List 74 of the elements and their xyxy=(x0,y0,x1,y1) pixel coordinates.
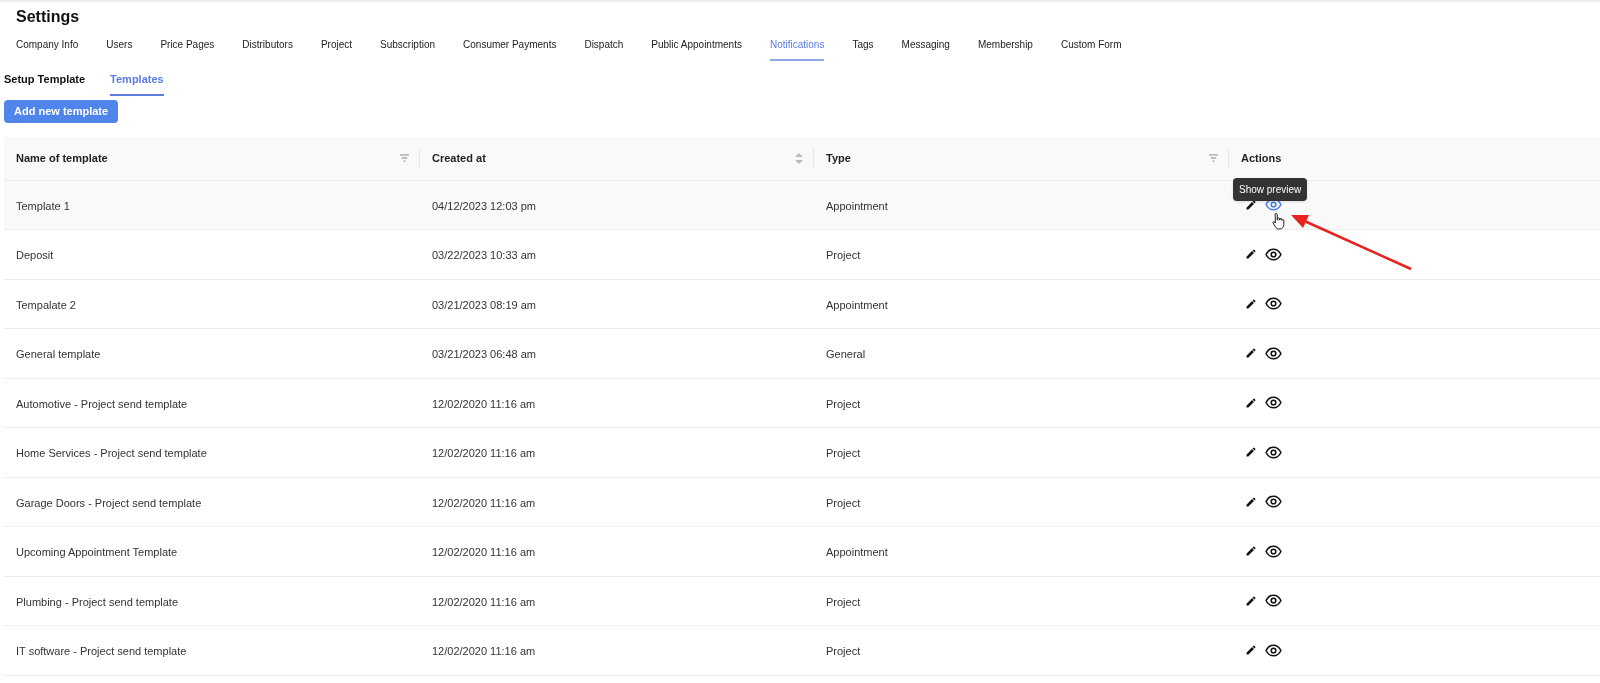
table-cell: 03/21/2023 08:19 am xyxy=(432,298,536,311)
eye-icon[interactable] xyxy=(1265,544,1282,558)
eye-icon[interactable] xyxy=(1265,643,1282,657)
tooltip: Show preview xyxy=(1233,178,1308,201)
table-cell: 12/02/2020 11:16 am xyxy=(432,447,536,460)
table-cell: 12/02/2020 11:16 am xyxy=(432,595,536,608)
eye-icon[interactable] xyxy=(1265,247,1282,261)
pencil-icon[interactable] xyxy=(1245,495,1257,508)
nav-tab[interactable]: Public Appointments xyxy=(651,37,742,61)
nav-tab[interactable]: Company Info xyxy=(16,37,79,61)
table-cell: Deposit xyxy=(16,249,54,262)
table-cell: IT software - Project send template xyxy=(16,645,187,658)
page-title: Settings xyxy=(15,7,81,27)
table-cell: 04/12/2023 12:03 pm xyxy=(432,199,536,212)
table-cell: Plumbing - Project send template xyxy=(16,595,179,608)
table-cell: Garage Doors - Project send template xyxy=(16,496,202,509)
nav-tab[interactable]: Notifications xyxy=(769,37,825,61)
nav-tab[interactable]: Distributors xyxy=(242,37,293,61)
table-cell: General template xyxy=(16,348,101,361)
eye-icon[interactable] xyxy=(1265,198,1282,212)
nav-tab[interactable]: Users xyxy=(106,37,133,61)
eye-icon[interactable] xyxy=(1265,445,1282,459)
nav-tab[interactable]: Dispatch xyxy=(584,37,624,61)
table-cell: Project xyxy=(826,595,861,608)
pencil-icon[interactable] xyxy=(1245,248,1257,261)
table-cell: 03/21/2023 06:48 am xyxy=(432,348,536,361)
pencil-icon[interactable] xyxy=(1245,545,1257,558)
nav-tab[interactable]: Subscription xyxy=(380,37,436,61)
table-cell: Tempalate 2 xyxy=(16,298,76,311)
eye-icon[interactable] xyxy=(1265,594,1282,608)
table-cell: 12/02/2020 11:16 am xyxy=(432,397,536,410)
column-header: Created at xyxy=(432,150,486,166)
nav-tab[interactable]: Tags xyxy=(852,37,874,61)
table-cell: 03/22/2023 10:33 am xyxy=(432,249,536,262)
table-cell: Project xyxy=(826,249,861,262)
nav-tab[interactable]: Membership xyxy=(977,37,1033,61)
table-cell: Appointment xyxy=(826,199,888,212)
table-cell: Upcoming Appointment Template xyxy=(16,546,178,559)
eye-icon[interactable] xyxy=(1265,346,1282,360)
column-header: Name of template xyxy=(16,150,108,166)
column-header: Type xyxy=(826,150,851,166)
pencil-icon[interactable] xyxy=(1245,347,1257,360)
hand-cursor-icon xyxy=(1272,212,1286,230)
table-cell: Project xyxy=(826,397,861,410)
pencil-icon[interactable] xyxy=(1245,297,1257,310)
table-cell: Home Services - Project send template xyxy=(16,447,207,460)
table-cell: Appointment xyxy=(826,298,888,311)
table-cell: 12/02/2020 11:16 am xyxy=(432,546,536,559)
sub-tab[interactable]: Templates xyxy=(110,71,164,96)
table-cell: Project xyxy=(826,496,861,509)
table-cell: Automotive - Project send template xyxy=(16,397,188,410)
pencil-icon[interactable] xyxy=(1245,396,1257,409)
nav-tab[interactable]: Price Pages xyxy=(160,37,215,61)
arrow-icon xyxy=(1290,214,1414,272)
pencil-icon[interactable] xyxy=(1245,446,1257,459)
pencil-icon[interactable] xyxy=(1245,594,1257,607)
add-template-button[interactable]: Add new template xyxy=(4,99,119,123)
eye-icon[interactable] xyxy=(1265,396,1282,410)
table-cell: 12/02/2020 11:16 am xyxy=(432,645,536,658)
table-cell: General xyxy=(826,348,866,361)
table-cell: Appointment xyxy=(826,546,888,559)
nav-tab[interactable]: Custom Form xyxy=(1060,37,1122,61)
sub-tab[interactable]: Setup Template xyxy=(4,71,86,96)
eye-icon[interactable] xyxy=(1265,495,1282,509)
column-header: Actions xyxy=(1241,150,1282,166)
nav-tab[interactable]: Project xyxy=(320,37,352,61)
table-cell: Project xyxy=(826,447,861,460)
table-cell: 12/02/2020 11:16 am xyxy=(432,496,536,509)
nav-tab[interactable]: Consumer Payments xyxy=(463,37,557,61)
table-cell: Template 1 xyxy=(16,199,70,212)
pencil-icon[interactable] xyxy=(1245,644,1257,657)
table-cell: Project xyxy=(826,645,861,658)
eye-icon[interactable] xyxy=(1265,297,1282,311)
nav-tab[interactable]: Messaging xyxy=(901,37,950,61)
